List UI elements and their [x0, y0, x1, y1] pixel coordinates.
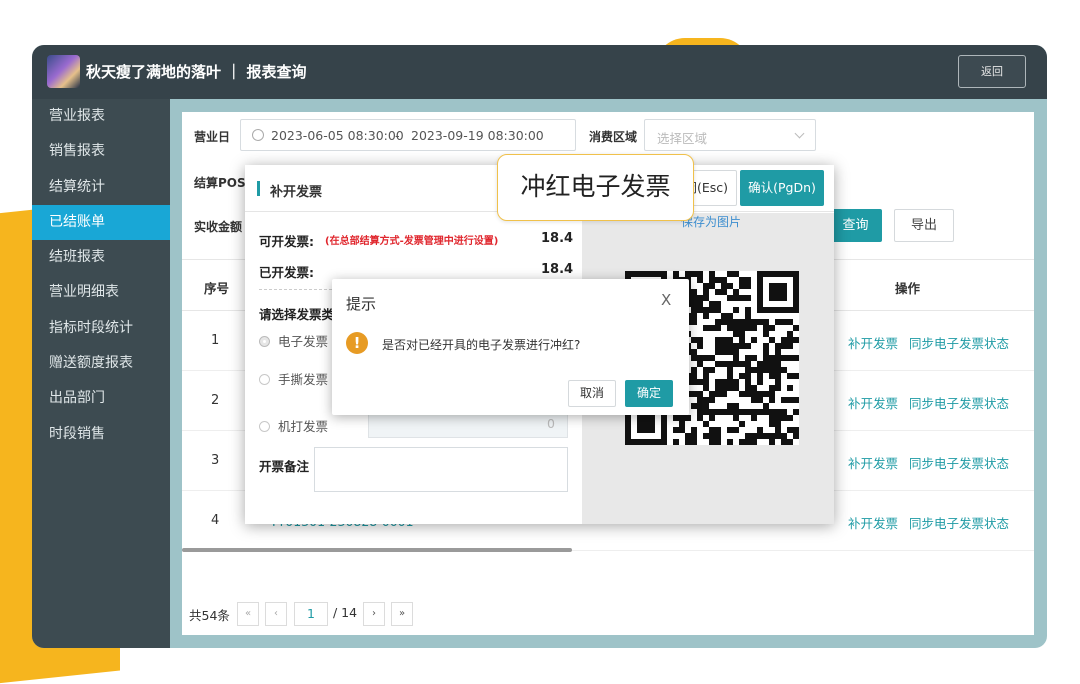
sidebar-item-gift-quota[interactable]: 赠送额度报表	[32, 346, 170, 381]
modal-title: 补开发票	[270, 185, 323, 200]
column-header-index: 序号	[204, 281, 230, 296]
query-button[interactable]: 查询	[829, 209, 882, 242]
issued-value: 18.4	[541, 262, 574, 277]
row-index: 3	[211, 453, 220, 468]
sync-einvoice-status-link[interactable]: 同步电子发票状态	[909, 333, 1009, 352]
title-bar: 秋天瘦了满地的落叶 ｜ 报表查询 返回	[32, 45, 1047, 99]
chevron-down-icon	[794, 128, 805, 139]
can-issue-value: 18.4	[541, 231, 574, 246]
cancel-button[interactable]: 取消	[568, 380, 616, 407]
close-icon[interactable]: X	[661, 291, 671, 309]
invoice-type-label: 请选择发票类	[259, 307, 335, 322]
date-label: 营业日	[194, 130, 231, 144]
radio-manual-invoice[interactable]: 手撕发票	[259, 369, 328, 388]
dialog-message: 是否对已经开具的电子发票进行冲红?	[382, 338, 581, 352]
back-button[interactable]: 返回	[958, 55, 1026, 88]
remark-label: 开票备注	[259, 459, 310, 474]
date-range-input[interactable]: 2023-06-05 08:30:00 - 2023-09-19 08:30:0…	[240, 119, 576, 151]
sidebar-item-business-report[interactable]: 营业报表	[32, 99, 170, 134]
amount-label: 实收金额	[194, 220, 243, 234]
row-index: 4	[211, 513, 220, 528]
dialog-title: 提示	[346, 295, 377, 313]
clock-icon	[252, 129, 264, 141]
sync-einvoice-status-link[interactable]: 同步电子发票状态	[909, 393, 1009, 412]
radio-machine-invoice[interactable]: 机打发票	[259, 416, 328, 435]
radio-icon	[259, 374, 270, 385]
radio-label: 电子发票	[278, 334, 329, 349]
sidebar-item-settled-bills[interactable]: 已结账单	[32, 204, 170, 241]
pos-label: 结算POS	[194, 176, 246, 190]
region-placeholder: 选择区域	[657, 131, 708, 146]
remark-textarea[interactable]	[314, 447, 568, 492]
page-input[interactable]: 1	[294, 602, 328, 626]
reissue-invoice-link[interactable]: 补开发票	[848, 453, 898, 472]
region-select[interactable]: 选择区域	[644, 119, 816, 151]
confirm-dialog: 提示 X ! 是否对已经开具的电子发票进行冲红? 取消 确定	[332, 279, 689, 415]
warning-icon: !	[346, 332, 368, 354]
confirm-pgdn-button[interactable]: 确认(PgDn)	[740, 170, 824, 206]
total-count: 共54条	[189, 608, 230, 623]
sidebar-item-shift-report[interactable]: 结班报表	[32, 240, 170, 275]
sidebar: 营业报表 销售报表 结算统计 已结账单 结班报表 营业明细表 指标时段统计 赠送…	[32, 99, 170, 648]
can-issue-label: 可开发票:	[259, 234, 314, 249]
row-index: 1	[211, 333, 220, 348]
prev-page-button[interactable]: ‹	[265, 602, 287, 626]
sidebar-item-business-detail[interactable]: 营业明细表	[32, 275, 170, 310]
ok-button[interactable]: 确定	[625, 380, 673, 407]
reissue-invoice-link[interactable]: 补开发票	[848, 513, 898, 532]
can-issue-note: (在总部结算方式-发票管理中进行设置)	[325, 236, 499, 247]
title-accent-bar	[257, 181, 260, 196]
sidebar-item-settlement-stats[interactable]: 结算统计	[32, 170, 170, 205]
sidebar-item-sales-report[interactable]: 销售报表	[32, 134, 170, 169]
column-header-action: 操作	[895, 281, 921, 296]
first-page-button[interactable]: «	[237, 602, 259, 626]
region-label: 消费区域	[589, 130, 638, 144]
next-page-button[interactable]: ›	[363, 602, 385, 626]
avatar	[47, 55, 80, 88]
sync-einvoice-status-link[interactable]: 同步电子发票状态	[909, 513, 1009, 532]
radio-icon	[259, 336, 270, 347]
reissue-invoice-link[interactable]: 补开发票	[848, 393, 898, 412]
red-reversal-callout: 冲红电子发票	[497, 154, 694, 221]
date-start: 2023-06-05 08:30:00	[271, 128, 404, 143]
radio-icon	[259, 421, 270, 432]
issued-label: 已开发票:	[259, 265, 314, 280]
sync-einvoice-status-link[interactable]: 同步电子发票状态	[909, 453, 1009, 472]
sidebar-item-output-dept[interactable]: 出品部门	[32, 381, 170, 416]
export-button[interactable]: 导出	[894, 209, 954, 242]
date-end: 2023-09-19 08:30:00	[411, 128, 544, 143]
radio-electronic-invoice[interactable]: 电子发票	[259, 331, 328, 350]
page-title: 秋天瘦了满地的落叶 ｜ 报表查询	[86, 63, 307, 81]
radio-label: 手撕发票	[278, 372, 329, 387]
radio-label: 机打发票	[278, 419, 329, 434]
sidebar-item-period-indicator[interactable]: 指标时段统计	[32, 311, 170, 346]
sidebar-item-period-sales[interactable]: 时段销售	[32, 417, 170, 452]
horizontal-scrollbar[interactable]	[182, 548, 572, 552]
page-total: / 14	[333, 605, 358, 620]
reissue-invoice-link[interactable]: 补开发票	[848, 333, 898, 352]
date-separator: -	[395, 128, 400, 143]
row-index: 2	[211, 393, 220, 408]
last-page-button[interactable]: »	[391, 602, 413, 626]
